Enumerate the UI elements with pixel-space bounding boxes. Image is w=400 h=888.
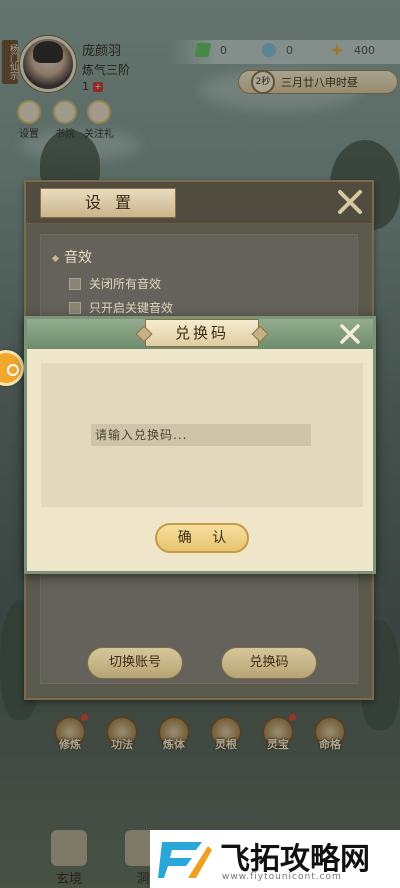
redeem-dialog: 兑换码 确 认 (24, 316, 376, 574)
watermark: 飞拓攻略网 www.fiytounicont.com (150, 830, 400, 888)
redeem-title: 兑换码 (145, 319, 259, 347)
settings-header: 设置 (26, 182, 372, 224)
switch-account-button[interactable]: 切换账号 (87, 647, 183, 679)
redeem-content (41, 363, 363, 507)
settings-title: 设置 (40, 188, 176, 218)
option-key-sounds[interactable]: 只开启关键音效 (69, 299, 173, 316)
redeem-code-button[interactable]: 兑换码 (221, 647, 317, 679)
redeem-code-input[interactable] (91, 424, 311, 446)
option-mute-all[interactable]: 关闭所有音效 (69, 275, 161, 292)
checkbox[interactable] (69, 301, 81, 314)
close-icon[interactable] (334, 186, 366, 218)
checkbox[interactable] (69, 277, 81, 290)
section-title-sound: 音效 (53, 247, 92, 267)
watermark-logo-icon (158, 842, 212, 878)
confirm-button[interactable]: 确 认 (155, 523, 249, 553)
option-label: 只开启关键音效 (89, 301, 174, 315)
watermark-url: www.fiytounicont.com (222, 872, 342, 882)
option-label: 关闭所有音效 (89, 277, 162, 291)
close-icon[interactable] (337, 321, 363, 347)
